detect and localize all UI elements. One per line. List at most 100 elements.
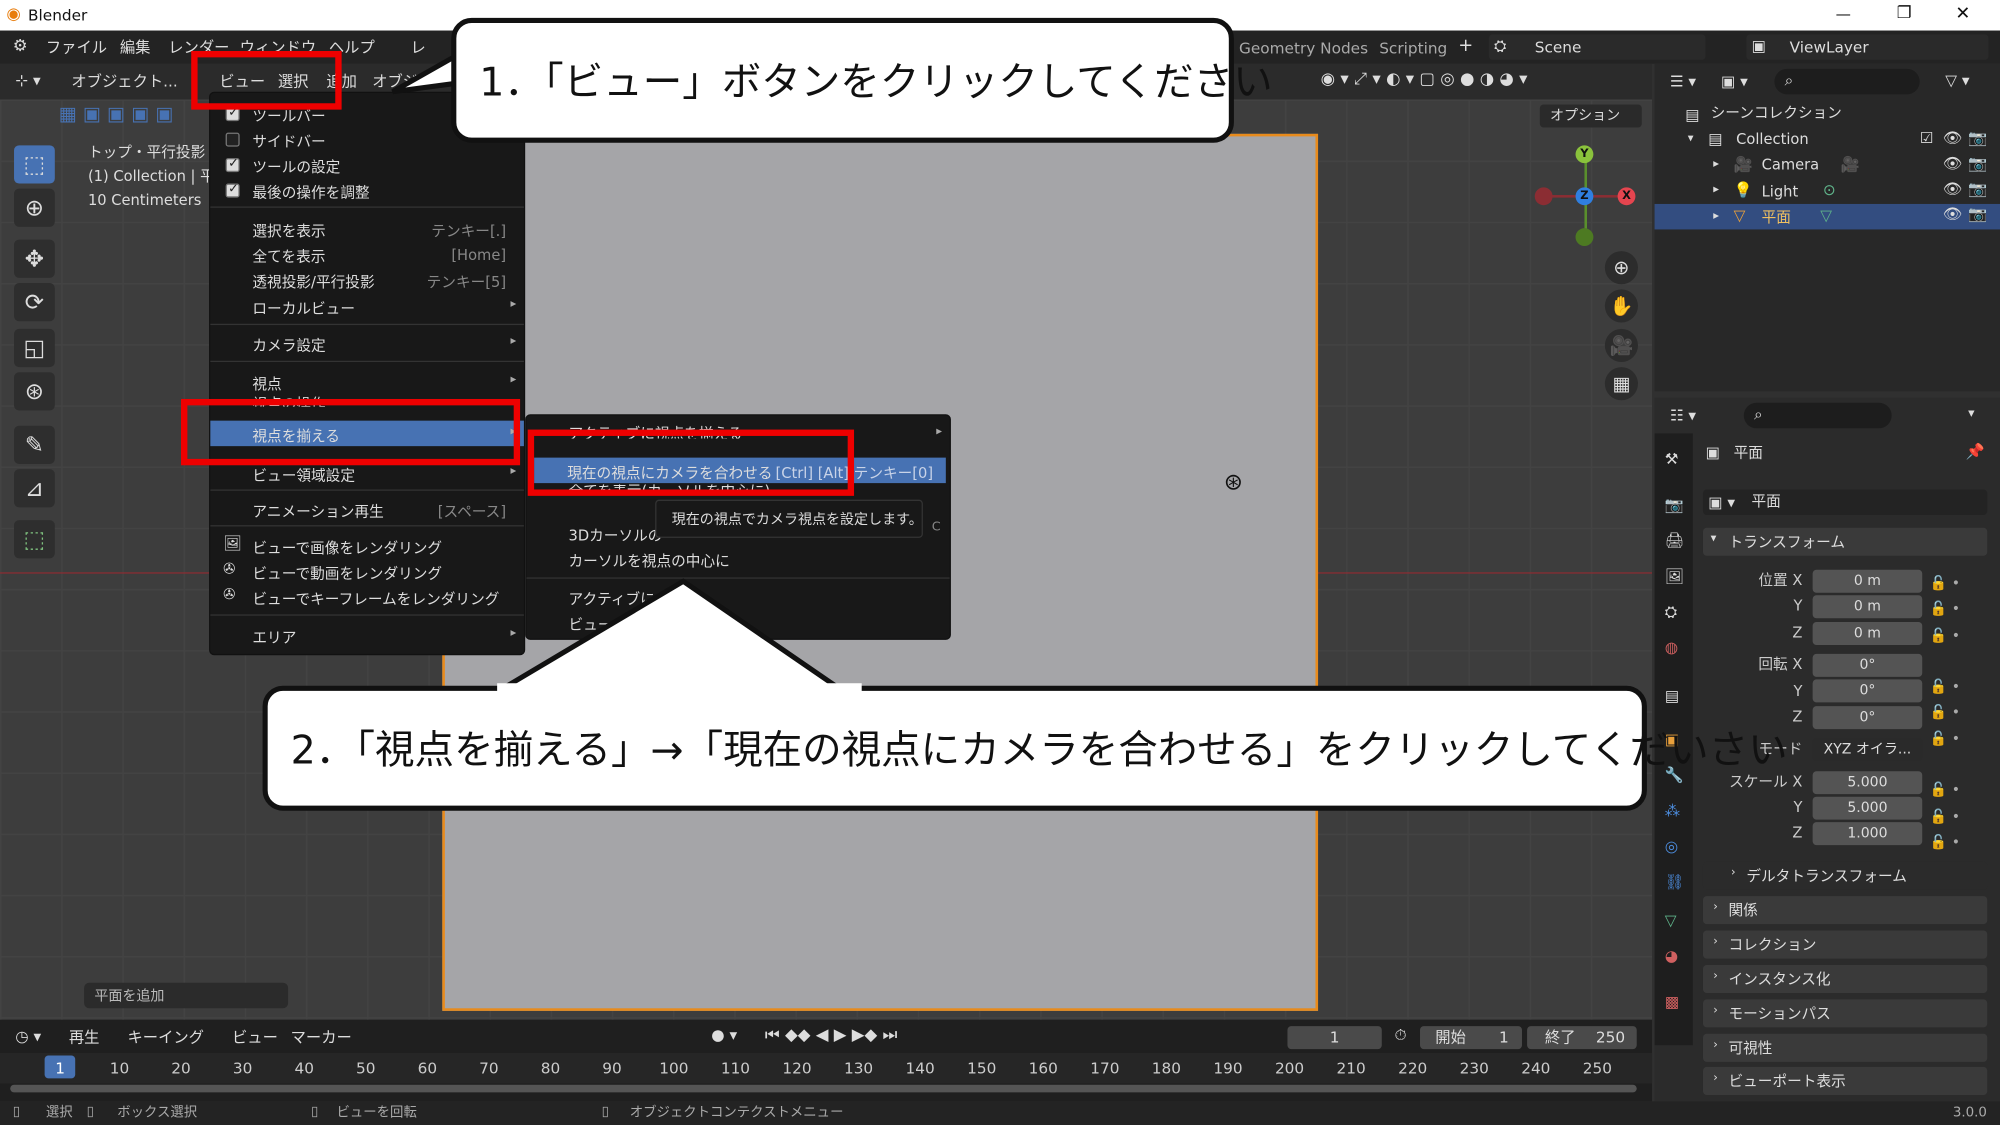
menu-item-render-keyframes[interactable]: ✇ ビューでキーフレームをレンダリング <box>210 584 524 609</box>
end-frame-field[interactable]: 終了 250 <box>1527 1026 1637 1050</box>
last-operator-panel[interactable]: 平面を追加 <box>84 982 289 1009</box>
restore-button[interactable]: ❐ <box>1897 5 1912 22</box>
camera-expand-icon[interactable]: ▸ <box>1713 159 1719 170</box>
camera-render-icon[interactable]: 📷 <box>1968 156 1987 171</box>
axis-gizmo[interactable]: Y Z X <box>1530 140 1645 255</box>
playback-controls-icons[interactable]: ⏮ ◆◆ ◀ ▶ ▶◆ ⏭ <box>765 1027 898 1044</box>
delta-transform-header[interactable]: › デルタトランスフォーム <box>1702 861 1988 890</box>
rotation-z-field[interactable]: 0° <box>1812 706 1923 730</box>
menu-item-cameras[interactable]: カメラ設定 ▸ <box>210 330 524 355</box>
lock-icons[interactable]: 🔓 • 🔓 • 🔓 • 🔓 • 🔓 • 🔓 • 🔓 • 🔓 • 🔓 • <box>1930 571 1960 856</box>
add-workspace-button[interactable]: + <box>1458 37 1473 55</box>
light-visibility-icon[interactable]: 👁 <box>1943 181 1962 196</box>
material-tab-icon[interactable]: ◕ <box>1665 948 1678 963</box>
camera-view-icon[interactable]: 🎥 <box>1604 328 1638 363</box>
timeline-scrollbar[interactable] <box>10 1084 1637 1093</box>
collection-visibility-icon[interactable]: 👁 <box>1943 130 1962 145</box>
workspace-tab-scripting[interactable]: Scripting <box>1379 41 1447 56</box>
timeline-marker-menu[interactable]: マーカー <box>291 1030 352 1045</box>
viewport-display-panel-header[interactable]: › ビューポート表示 <box>1702 1066 1988 1095</box>
relations-panel-header[interactable]: › 関係 <box>1702 896 1988 925</box>
stopwatch-icon[interactable]: ⏱ <box>1395 1027 1407 1042</box>
rotation-mode-dropdown[interactable]: XYZ オイラ... <box>1812 738 1923 761</box>
gizmo-neg-y-icon[interactable] <box>1575 228 1594 247</box>
options-button[interactable]: オプション <box>1539 104 1642 128</box>
scale-y-field[interactable]: 5.000 <box>1812 796 1923 820</box>
tool-tab-icon[interactable]: ⚒ <box>1665 451 1679 466</box>
mode-selector[interactable]: オブジェクト... <box>71 74 177 89</box>
scene-tab-icon[interactable]: ⛭ <box>1665 604 1677 619</box>
close-button[interactable]: ✕ <box>1955 5 1970 23</box>
blender-menu-icon[interactable]: ⚙ <box>13 38 28 55</box>
viewport-shading-icons[interactable]: ◉ ▾ ⤢ ▾ ◐ ▾ ▢ ◎ ● ◑ ◕ ▾ <box>1321 71 1528 88</box>
world-tab-icon[interactable]: ◍ <box>1665 640 1678 655</box>
menu-item-adjust-last[interactable]: 最後の操作を調整 <box>210 177 524 202</box>
gizmo-y-icon[interactable]: Y <box>1575 145 1594 164</box>
gizmo-x-icon[interactable]: X <box>1617 187 1636 206</box>
texture-tab-icon[interactable]: ▩ <box>1665 994 1679 1009</box>
camera-label[interactable]: Camera <box>1762 157 1820 173</box>
scene-selector[interactable]: ⛭ Scene <box>1488 34 1706 60</box>
constraints-tab-icon[interactable]: ⛓ <box>1665 874 1684 889</box>
visibility-panel-header[interactable]: › 可視性 <box>1702 1033 1988 1062</box>
gizmo-z-icon[interactable]: Z <box>1575 187 1594 206</box>
location-y-field[interactable]: 0 m <box>1812 595 1923 619</box>
light-expand-icon[interactable]: ▸ <box>1713 184 1719 196</box>
pin-icon[interactable]: 📌 <box>1966 444 1985 459</box>
plane-visibility-icon[interactable]: 👁 <box>1943 207 1962 222</box>
light-render-icon[interactable]: 📷 <box>1968 181 1987 196</box>
physics-tab-icon[interactable]: ◎ <box>1665 839 1678 854</box>
menu-item-viewpoint[interactable]: 視点 ▸ <box>210 368 524 393</box>
select-tool-icon[interactable]: ⬚ <box>14 145 55 184</box>
menu-item-persp-ortho[interactable]: 透視投影/平行投影 テンキー[5] <box>210 266 524 291</box>
scale-z-field[interactable]: 1.000 <box>1812 822 1923 846</box>
pan-hand-icon[interactable]: ✋ <box>1604 289 1638 323</box>
workspace-tab-geometry-nodes[interactable]: Geometry Nodes <box>1239 41 1368 56</box>
gizmo-neg-x-icon[interactable] <box>1534 187 1553 206</box>
view-layer-tab-icon[interactable]: 🖼 <box>1665 569 1684 584</box>
menu-item-area[interactable]: エリア ▸ <box>210 622 524 647</box>
camera-visibility-icon[interactable]: 👁 <box>1943 156 1962 171</box>
particles-tab-icon[interactable]: ⁂ <box>1665 803 1680 818</box>
collection-checkbox-icon[interactable]: ☑ <box>1920 130 1934 145</box>
data-tab-icon[interactable]: ▽ <box>1665 913 1677 928</box>
collection-expand-icon[interactable]: ▾ <box>1688 133 1694 145</box>
scale-tool-icon[interactable]: ◱ <box>14 328 55 368</box>
current-frame-field[interactable]: 1 <box>1287 1026 1382 1050</box>
object-name-field[interactable]: ▣ ▾ 平面 <box>1702 489 1988 515</box>
transform-panel-header[interactable]: ▾ トランスフォーム <box>1702 527 1988 556</box>
plane-label[interactable]: 平面 <box>1762 210 1791 225</box>
menu-item-tool-settings[interactable]: ツールの設定 <box>210 152 524 177</box>
move-tool-icon[interactable]: ✥ <box>14 239 55 278</box>
render-tab-icon[interactable]: 📷 <box>1665 497 1684 512</box>
outliner-filter-icon[interactable]: ▽ ▾ <box>1945 73 1969 88</box>
timeline-editor-icon[interactable]: ◷ ▾ <box>15 1029 41 1044</box>
motion-path-panel-header[interactable]: › モーションパス <box>1702 999 1988 1028</box>
properties-options-icon[interactable]: ▾ <box>1968 407 1974 421</box>
properties-editor-type-icon[interactable]: ☷ ▾ <box>1670 408 1696 423</box>
output-tab-icon[interactable]: 🖨 <box>1665 533 1684 548</box>
timeline-playback-menu[interactable]: 再生 <box>69 1030 100 1045</box>
collection-tab-icon[interactable]: ▤ <box>1665 688 1679 703</box>
ortho-grid-icon[interactable]: ▦ <box>1604 367 1638 401</box>
cursor-tool-icon[interactable]: ⊕ <box>14 188 55 227</box>
collection-label[interactable]: Collection <box>1736 132 1809 148</box>
menu-item-render-animation[interactable]: ✇ ビューで動画をレンダリング <box>210 558 524 583</box>
menu-file[interactable]: ファイル <box>46 40 107 55</box>
submenu-item-center-cursor[interactable]: カーソルを視点の中心に <box>526 546 949 571</box>
location-z-field[interactable]: 0 m <box>1812 622 1923 645</box>
rotation-y-field[interactable]: 0° <box>1812 679 1923 703</box>
timeline-keying-menu[interactable]: キーイング <box>127 1030 204 1045</box>
plane-expand-icon[interactable]: ▸ <box>1713 211 1719 223</box>
location-x-field[interactable]: 0 m <box>1812 569 1923 593</box>
rotate-tool-icon[interactable]: ⟳ <box>14 282 55 322</box>
menu-item-view-all[interactable]: 全てを表示 [Home] <box>210 241 524 266</box>
timeline-view-menu[interactable]: ビュー <box>232 1030 278 1045</box>
start-frame-field[interactable]: 開始 1 <box>1420 1026 1522 1050</box>
annotate-tool-icon[interactable]: ✎ <box>14 425 55 464</box>
editor-type-icon[interactable]: ⊹ ▾ <box>15 73 40 88</box>
menu-item-local-view[interactable]: ローカルビュー ▸ <box>210 293 524 318</box>
zoom-icon[interactable]: ⊕ <box>1604 251 1638 285</box>
outliner-filter-mode-icon[interactable]: ▣ ▾ <box>1721 74 1748 89</box>
plane-render-icon[interactable]: 📷 <box>1968 207 1987 222</box>
